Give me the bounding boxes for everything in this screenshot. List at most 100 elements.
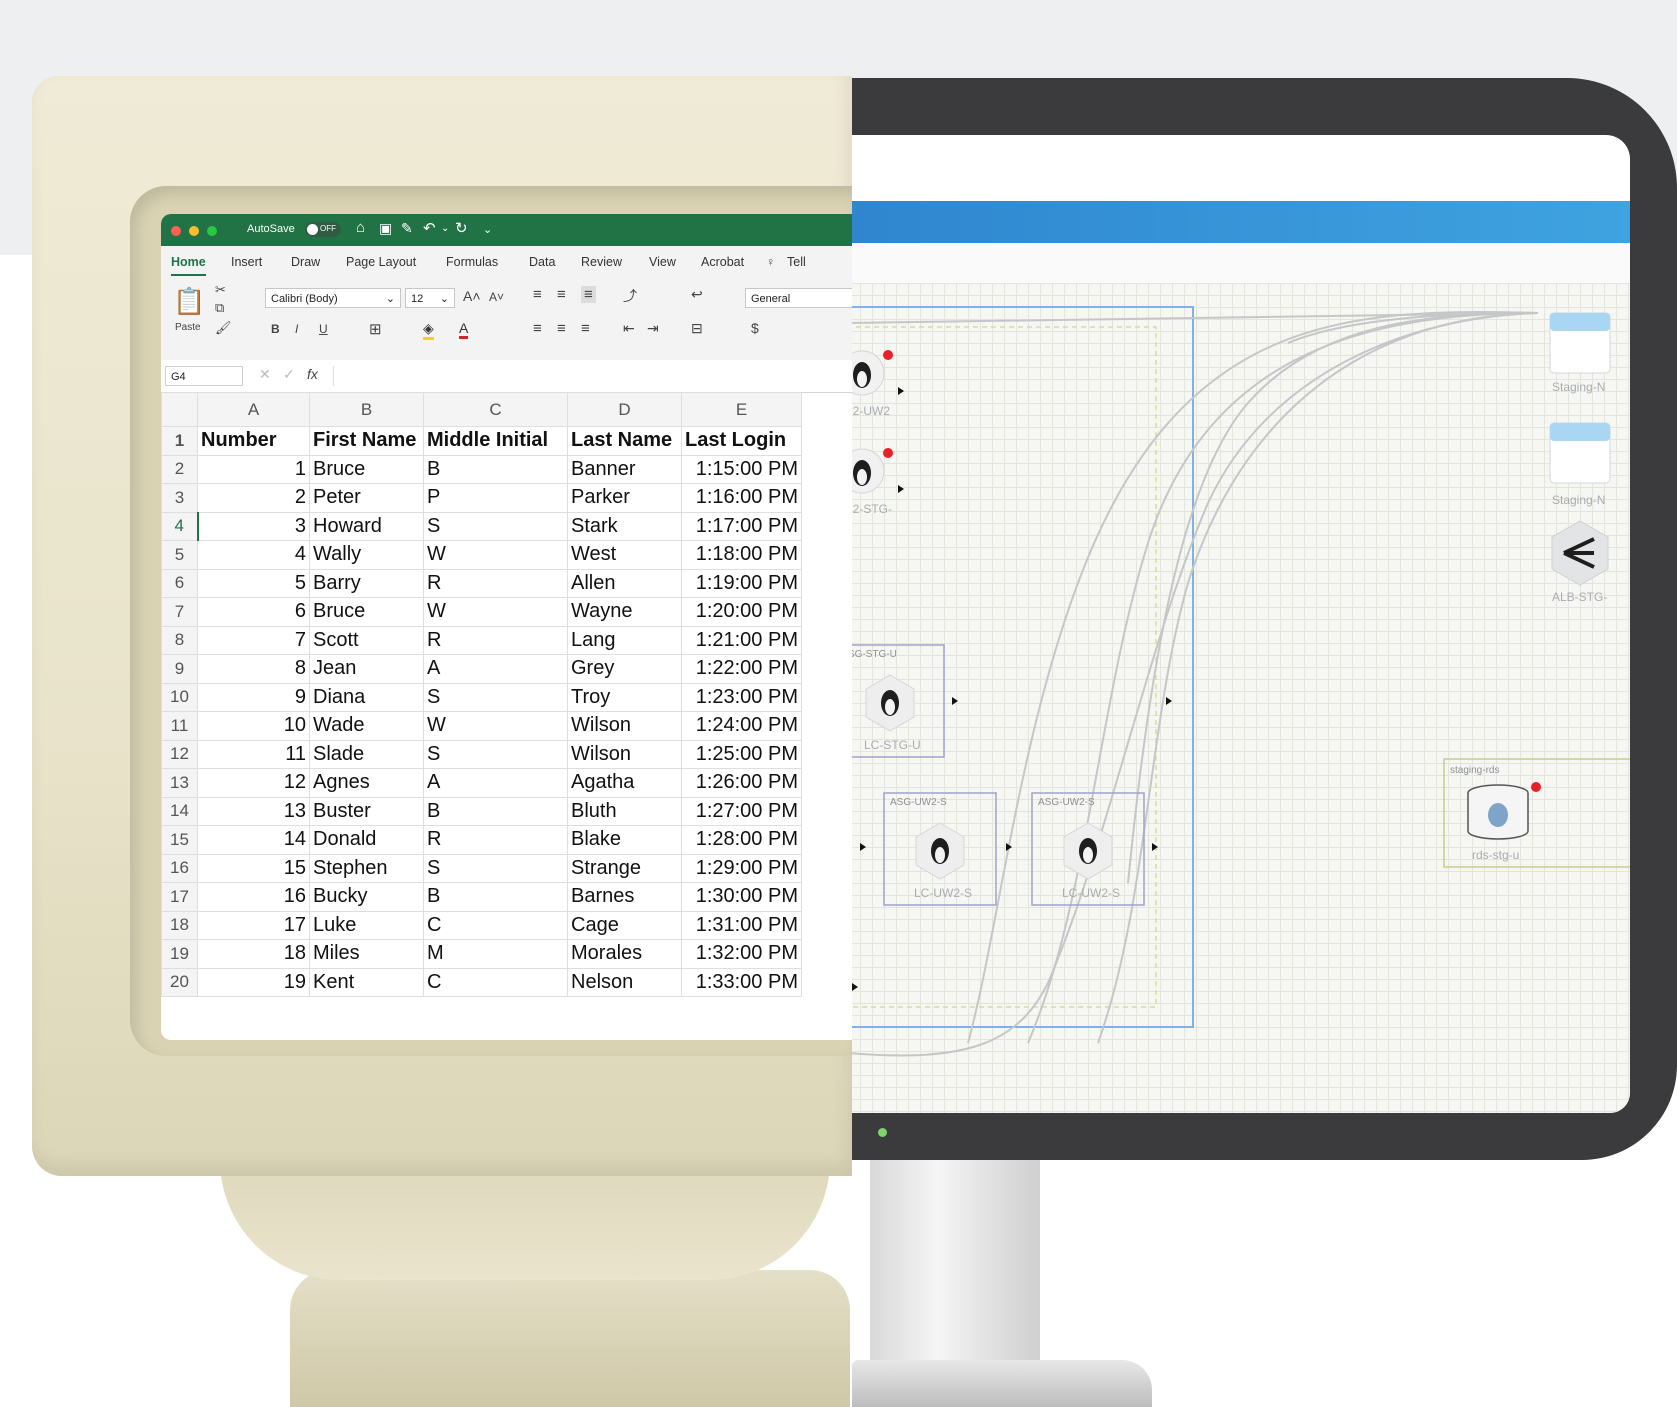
- cell-last-name[interactable]: Agatha: [567, 768, 682, 798]
- cell-middle-initial[interactable]: R: [423, 568, 568, 598]
- align-left-icon[interactable]: ≡: [533, 320, 542, 337]
- cell-last-login[interactable]: 1:31:00 PM: [681, 910, 802, 940]
- cell-last-login[interactable]: 1:29:00 PM: [681, 853, 802, 883]
- align-middle-icon[interactable]: ≡: [557, 286, 566, 303]
- row-header[interactable]: 15: [161, 825, 198, 855]
- header-last-name[interactable]: Last Name: [567, 426, 682, 456]
- cell-first-name[interactable]: Peter: [309, 483, 424, 513]
- cell-middle-initial[interactable]: S: [423, 853, 568, 883]
- tab-data[interactable]: Data: [529, 255, 555, 269]
- row-header[interactable]: 19: [161, 939, 198, 969]
- cell-number[interactable]: 12: [197, 768, 310, 798]
- formula-input[interactable]: [333, 366, 852, 386]
- italic-button[interactable]: I: [295, 322, 298, 336]
- cell-first-name[interactable]: Agnes: [309, 768, 424, 798]
- redo-icon[interactable]: ↻: [455, 219, 468, 237]
- cell-last-login[interactable]: 1:24:00 PM: [681, 711, 802, 741]
- header-first-name[interactable]: First Name: [309, 426, 424, 456]
- cell-last-name[interactable]: Wayne: [567, 597, 682, 627]
- row-header[interactable]: 11: [161, 711, 198, 741]
- cell-last-login[interactable]: 1:17:00 PM: [681, 511, 802, 541]
- home-icon[interactable]: ⌂: [356, 219, 365, 236]
- cell-first-name[interactable]: Bruce: [309, 454, 424, 484]
- row-header[interactable]: 6: [161, 568, 198, 598]
- cell-first-name[interactable]: Wade: [309, 711, 424, 741]
- cell-first-name[interactable]: Donald: [309, 825, 424, 855]
- tab-insert[interactable]: Insert: [231, 255, 262, 269]
- decrease-indent-icon[interactable]: ⇤: [623, 320, 635, 337]
- row-header[interactable]: 16: [161, 853, 198, 883]
- number-format-select[interactable]: General: [745, 288, 852, 308]
- cell-last-name[interactable]: Morales: [567, 939, 682, 969]
- close-button[interactable]: [171, 226, 181, 236]
- cell-middle-initial[interactable]: R: [423, 825, 568, 855]
- save-icon[interactable]: ▣: [379, 220, 392, 237]
- underline-button[interactable]: U: [319, 322, 328, 336]
- cell-number[interactable]: 3: [197, 511, 310, 541]
- decrease-font-icon[interactable]: A˅: [489, 290, 504, 304]
- cell-last-name[interactable]: Barnes: [567, 882, 682, 912]
- undo-dropdown-icon[interactable]: ⌄: [441, 223, 449, 234]
- row-header[interactable]: 3: [161, 483, 198, 513]
- edit-icon[interactable]: ✎: [401, 220, 413, 237]
- cell-last-name[interactable]: Nelson: [567, 967, 682, 997]
- tab-home[interactable]: Home: [171, 255, 206, 276]
- row-header[interactable]: 9: [161, 654, 198, 684]
- cell-last-login[interactable]: 1:19:00 PM: [681, 568, 802, 598]
- cell-last-name[interactable]: Banner: [567, 454, 682, 484]
- merge-center-icon[interactable]: ⊟: [691, 320, 703, 337]
- fill-color-icon[interactable]: ◈: [423, 320, 434, 340]
- column-header-a[interactable]: A: [197, 392, 310, 427]
- tab-view[interactable]: View: [649, 255, 676, 269]
- cell-number[interactable]: 18: [197, 939, 310, 969]
- row-header[interactable]: 14: [161, 796, 198, 826]
- cell-last-name[interactable]: Blake: [567, 825, 682, 855]
- cell-middle-initial[interactable]: B: [423, 454, 568, 484]
- cell-number[interactable]: 1: [197, 454, 310, 484]
- cell-first-name[interactable]: Barry: [309, 568, 424, 598]
- cell-first-name[interactable]: Buster: [309, 796, 424, 826]
- cell-last-name[interactable]: Lang: [567, 625, 682, 655]
- tab-acrobat[interactable]: Acrobat: [701, 255, 744, 269]
- cell-first-name[interactable]: Luke: [309, 910, 424, 940]
- cell-number[interactable]: 4: [197, 540, 310, 570]
- cell-number[interactable]: 10: [197, 711, 310, 741]
- cell-number[interactable]: 17: [197, 910, 310, 940]
- format-painter-icon[interactable]: 🖌: [215, 320, 232, 336]
- column-header-c[interactable]: C: [423, 392, 568, 427]
- cell-middle-initial[interactable]: A: [423, 768, 568, 798]
- cell-first-name[interactable]: Kent: [309, 967, 424, 997]
- diagram-canvas[interactable]: C2-UW2 C2-STG- Staging-N Staging-N ALB-S…: [848, 283, 1630, 1113]
- cell-last-name[interactable]: Cage: [567, 910, 682, 940]
- header-last-login[interactable]: Last Login: [681, 426, 802, 456]
- cell-last-name[interactable]: Wilson: [567, 711, 682, 741]
- cell-last-name[interactable]: Stark: [567, 511, 682, 541]
- confirm-icon[interactable]: ✓: [283, 366, 295, 383]
- tab-page-layout[interactable]: Page Layout: [346, 255, 416, 269]
- cell-number[interactable]: 15: [197, 853, 310, 883]
- cell-last-name[interactable]: Grey: [567, 654, 682, 684]
- cancel-icon[interactable]: ✕: [259, 366, 271, 383]
- cell-middle-initial[interactable]: B: [423, 882, 568, 912]
- cell-first-name[interactable]: Diana: [309, 682, 424, 712]
- row-header[interactable]: 10: [161, 682, 198, 712]
- cell-number[interactable]: 6: [197, 597, 310, 627]
- cell-number[interactable]: 2: [197, 483, 310, 513]
- cell-last-name[interactable]: Bluth: [567, 796, 682, 826]
- name-box[interactable]: G4: [165, 366, 243, 386]
- header-middle-initial[interactable]: Middle Initial: [423, 426, 568, 456]
- cell-middle-initial[interactable]: S: [423, 739, 568, 769]
- bold-button[interactable]: B: [271, 322, 280, 336]
- font-name-select[interactable]: Calibri (Body) ⌄: [265, 288, 401, 308]
- cell-middle-initial[interactable]: W: [423, 597, 568, 627]
- row-header[interactable]: 5: [161, 540, 198, 570]
- borders-icon[interactable]: ⊞: [369, 320, 382, 338]
- tab-review[interactable]: Review: [581, 255, 622, 269]
- select-all-corner[interactable]: [161, 392, 198, 427]
- row-header[interactable]: 8: [161, 625, 198, 655]
- cell-last-login[interactable]: 1:26:00 PM: [681, 768, 802, 798]
- function-button[interactable]: fx: [307, 366, 318, 382]
- cell-last-login[interactable]: 1:25:00 PM: [681, 739, 802, 769]
- row-header[interactable]: 20: [161, 967, 198, 997]
- tab-formulas[interactable]: Formulas: [446, 255, 498, 269]
